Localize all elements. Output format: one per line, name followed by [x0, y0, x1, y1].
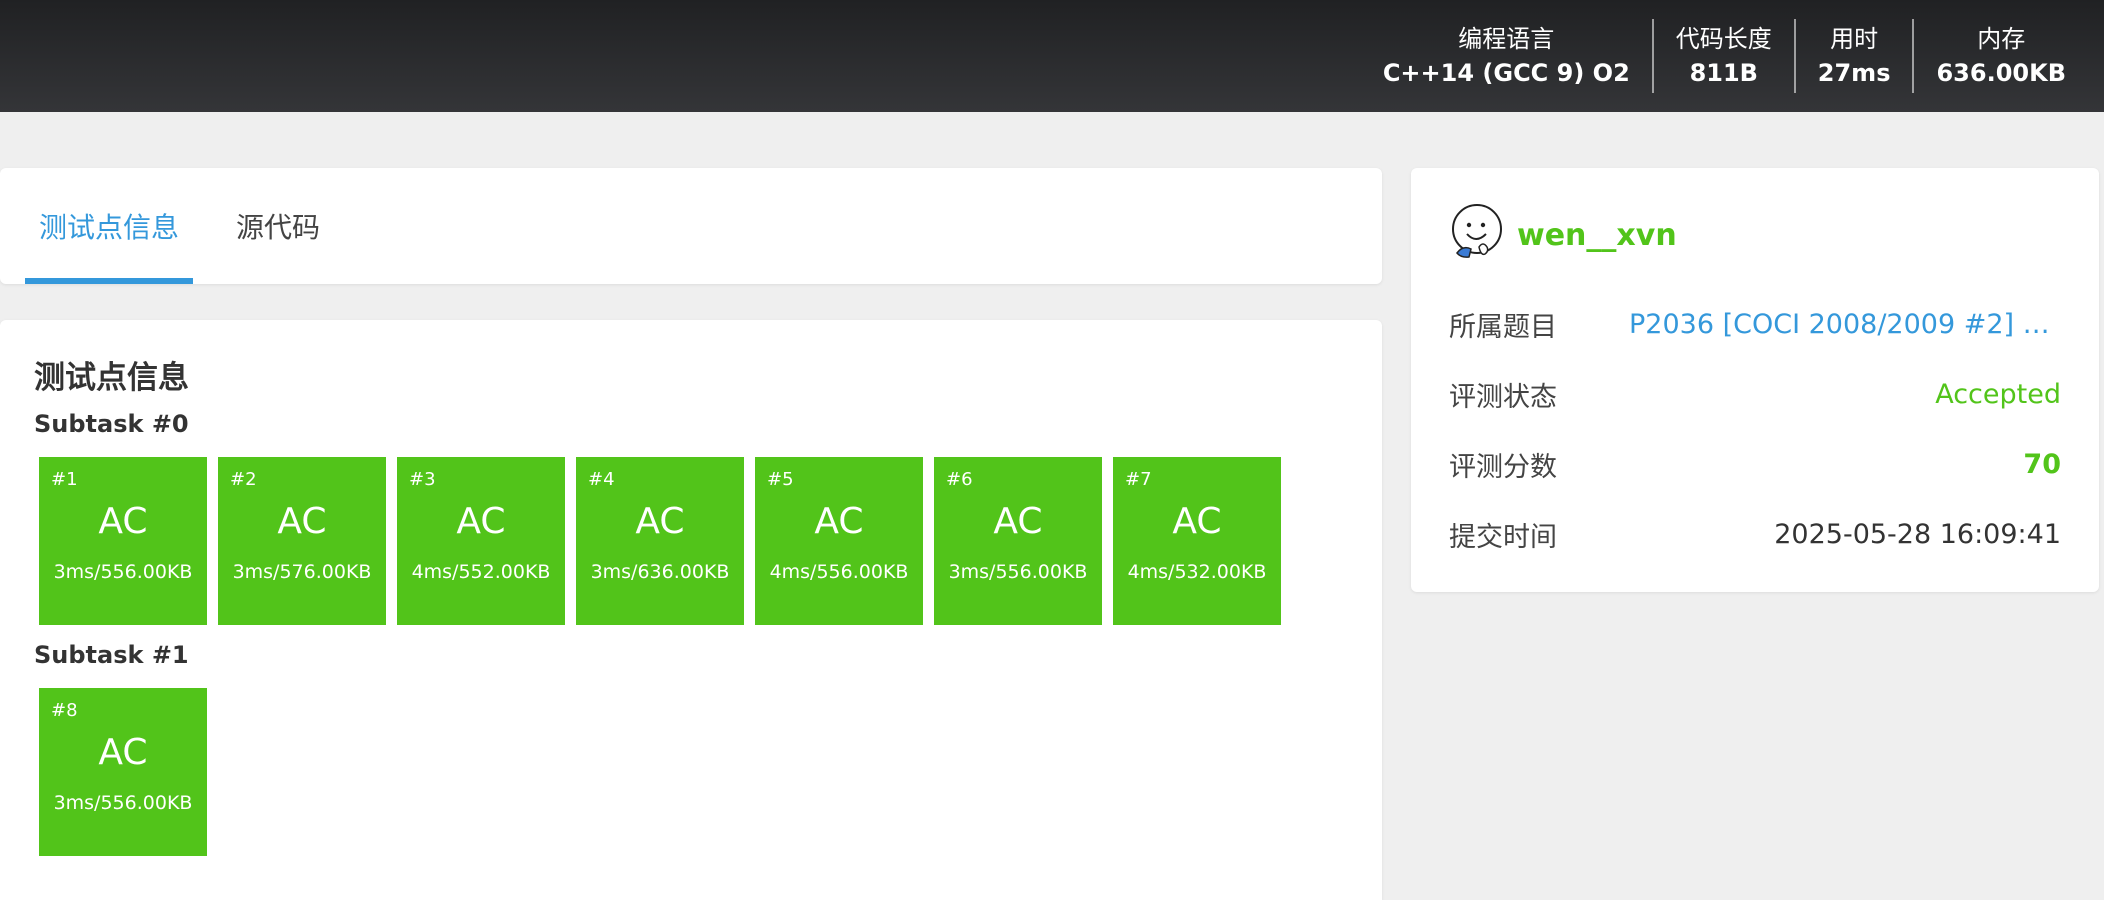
- testcase-usage: 4ms/552.00KB: [411, 561, 551, 583]
- testcase-status: AC: [456, 501, 506, 542]
- subtask-0-grid: #1 AC 3ms/556.00KB #2 AC 3ms/576.00KB #3…: [39, 457, 1281, 625]
- testcase-id: #4: [588, 469, 615, 490]
- testcase-tile[interactable]: #1 AC 3ms/556.00KB: [39, 457, 207, 625]
- testcase-tile[interactable]: #4 AC 3ms/636.00KB: [576, 457, 744, 625]
- stat-time-value: 27ms: [1817, 59, 1891, 87]
- tabs-card: 测试点信息 源代码: [0, 168, 1382, 284]
- stat-code-length: 代码长度 811B: [1651, 19, 1794, 93]
- testcase-usage: 3ms/556.00KB: [53, 792, 193, 814]
- stat-code-length-value: 811B: [1689, 59, 1758, 87]
- testcase-usage: 3ms/556.00KB: [948, 561, 1088, 583]
- stat-language-value: C++14 (GCC 9) O2: [1382, 59, 1630, 87]
- testcase-id: #6: [946, 469, 973, 490]
- submit-time-value: 2025-05-28 16:09:41: [1774, 518, 2061, 550]
- testcase-usage: 4ms/556.00KB: [769, 561, 909, 583]
- top-header: 编程语言 C++14 (GCC 9) O2 代码长度 811B 用时 27ms …: [0, 0, 2104, 112]
- score-label: 评测分数: [1449, 451, 1557, 483]
- testcase-tile[interactable]: #2 AC 3ms/576.00KB: [218, 457, 386, 625]
- stat-memory-label: 内存: [1977, 25, 2026, 53]
- testcase-tile[interactable]: #8 AC 3ms/556.00KB: [39, 688, 207, 856]
- stat-language-label: 编程语言: [1458, 25, 1555, 53]
- testcase-status: AC: [993, 501, 1043, 542]
- info-row-problem: 所属题目 P2036 [COCI 2008/2009 #2] PE...: [1449, 304, 2061, 344]
- testcase-id: #7: [1125, 469, 1152, 490]
- testcase-usage: 4ms/532.00KB: [1127, 561, 1267, 583]
- testcase-usage: 3ms/636.00KB: [590, 561, 730, 583]
- testcase-tile[interactable]: #7 AC 4ms/532.00KB: [1113, 457, 1281, 625]
- testcase-section-title: 测试点信息: [34, 360, 189, 396]
- subtask-title: Subtask #1: [34, 641, 189, 669]
- testcase-status: AC: [635, 501, 685, 542]
- score-value: 70: [2023, 448, 2061, 480]
- testcase-id: #2: [230, 469, 257, 490]
- testcase-tile[interactable]: #3 AC 4ms/552.00KB: [397, 457, 565, 625]
- testcase-status: AC: [814, 501, 864, 542]
- testcase-id: #5: [767, 469, 794, 490]
- stat-memory: 内存 636.00KB: [1912, 19, 2088, 93]
- submit-time-label: 提交时间: [1449, 521, 1557, 553]
- stat-code-length-label: 代码长度: [1675, 25, 1772, 53]
- info-row-time: 提交时间 2025-05-28 16:09:41: [1449, 514, 2061, 554]
- testcase-status: AC: [277, 501, 327, 542]
- testcase-id: #3: [409, 469, 436, 490]
- testcase-id: #1: [51, 469, 78, 490]
- testcase-status: AC: [1172, 501, 1222, 542]
- tab-testcase-info[interactable]: 测试点信息: [25, 168, 193, 284]
- submission-stats: 编程语言 C++14 (GCC 9) O2 代码长度 811B 用时 27ms …: [1361, 0, 2088, 112]
- stat-time-label: 用时: [1830, 25, 1879, 53]
- status-label: 评测状态: [1449, 381, 1557, 413]
- info-row-score: 评测分数 70: [1449, 444, 2061, 484]
- testcase-tile[interactable]: #5 AC 4ms/556.00KB: [755, 457, 923, 625]
- testcase-status: AC: [98, 501, 148, 542]
- stat-language: 编程语言 C++14 (GCC 9) O2: [1361, 19, 1652, 93]
- tab-source-code[interactable]: 源代码: [236, 168, 320, 284]
- avatar[interactable]: [1449, 203, 1505, 259]
- subtask-title: Subtask #0: [34, 410, 189, 438]
- problem-label: 所属题目: [1449, 311, 1557, 343]
- username-link[interactable]: wen__xvn: [1517, 218, 1677, 253]
- testcase-id: #8: [51, 700, 78, 721]
- testcase-status: AC: [98, 732, 148, 773]
- status-value: Accepted: [1935, 378, 2061, 410]
- testcase-tile[interactable]: #6 AC 3ms/556.00KB: [934, 457, 1102, 625]
- testcase-usage: 3ms/576.00KB: [232, 561, 372, 583]
- testcase-usage: 3ms/556.00KB: [53, 561, 193, 583]
- info-row-status: 评测状态 Accepted: [1449, 374, 2061, 414]
- stat-memory-value: 636.00KB: [1936, 59, 2066, 87]
- subtask-1-grid: #8 AC 3ms/556.00KB: [39, 688, 207, 856]
- stat-time: 用时 27ms: [1793, 19, 1913, 93]
- problem-link[interactable]: P2036 [COCI 2008/2009 #2] PE...: [1629, 309, 2061, 340]
